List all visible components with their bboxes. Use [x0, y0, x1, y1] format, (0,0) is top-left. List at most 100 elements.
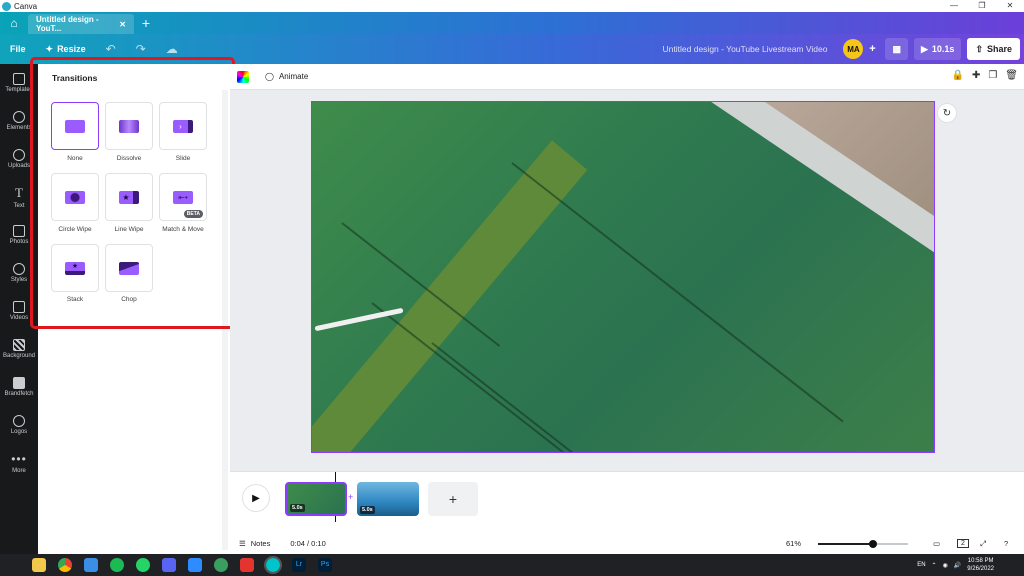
logos-icon [13, 415, 25, 427]
add-page-icon[interactable]: ✚ [972, 70, 980, 81]
transition-none[interactable] [51, 102, 99, 150]
bar-chart-icon: ▩ [892, 43, 901, 54]
sidebar-item-more[interactable]: ••• More [0, 444, 38, 482]
sidebar-item-photos[interactable]: Photos [0, 216, 38, 254]
file-explorer-icon[interactable] [32, 558, 46, 572]
transition-label: Slide [175, 155, 191, 162]
timeline: ▶ 5.0s + 5.0s + [230, 471, 1024, 533]
system-clock[interactable]: 10:58 PM 9/26/2022 [967, 557, 994, 573]
cloud-save-icon[interactable]: ☁ [156, 42, 188, 56]
delete-icon[interactable]: 🗑 [1005, 70, 1018, 81]
play-icon: ▶ [252, 492, 260, 504]
file-menu[interactable]: File [0, 44, 36, 54]
insights-button[interactable]: ▩ [885, 38, 908, 60]
volume-icon[interactable]: 🔊 [954, 562, 961, 569]
lightroom-icon[interactable]: Lr [292, 558, 306, 572]
clip-duration: 5.0s [360, 506, 375, 514]
home-icon[interactable]: ⌂ [0, 12, 28, 34]
transition-label: Stack [66, 296, 84, 303]
refresh-icon[interactable]: ↻ [937, 103, 957, 123]
photo-icon [13, 225, 25, 237]
minimize-icon[interactable]: — [940, 0, 968, 12]
timeline-clip[interactable]: 5.0s [285, 482, 347, 516]
maximize-icon[interactable]: ❐ [968, 0, 996, 12]
canva-taskbar-icon[interactable] [264, 556, 282, 574]
page-actions: 🔒 ✚ ❐ 🗑 [951, 70, 1018, 81]
avatar[interactable]: MA [843, 39, 864, 59]
zoom-slider-knob[interactable] [868, 540, 877, 548]
sidebar-item-templates[interactable]: Templates [0, 64, 38, 102]
photoshop-icon[interactable]: Ps [318, 558, 332, 572]
transition-chop[interactable] [105, 244, 153, 292]
sidebar-item-label: Elements [6, 125, 32, 131]
design-frame[interactable] [311, 101, 935, 453]
chrome-icon[interactable] [58, 558, 72, 572]
more-icon: ••• [11, 452, 27, 466]
fullscreen-icon[interactable]: ⤢ [980, 539, 986, 549]
transition-stack[interactable]: ★ [51, 244, 99, 292]
duration-label: 10.1s [931, 44, 955, 54]
system-tray: EN ⌃ ◉ 🔊 10:58 PM 9/26/2022 [917, 554, 994, 576]
chevron-up-icon[interactable]: ⌃ [932, 562, 937, 569]
timeline-clip[interactable]: 5.0s [357, 482, 419, 516]
sidebar-item-label: Styles [10, 277, 28, 283]
filezilla-icon[interactable] [240, 558, 254, 572]
sidebar-item-text[interactable]: T Text [0, 178, 38, 216]
transitions-panel: Transitions None Dissolve › Slide Circle… [38, 64, 230, 554]
sidebar-item-brandfetch[interactable]: Brandfetch [0, 368, 38, 406]
add-transition-icon[interactable]: + [348, 492, 353, 502]
present-button[interactable]: ▶ 10.1s [913, 38, 962, 60]
whatsapp-icon[interactable] [136, 558, 150, 572]
zoom-slider-fill [818, 543, 873, 545]
circle-wipe-transition-icon [65, 190, 85, 204]
page-count[interactable]: 2 [957, 539, 969, 548]
zoom-level[interactable]: 61% [786, 539, 801, 548]
help-icon[interactable]: ? [1004, 539, 1008, 548]
elements-icon [13, 111, 25, 123]
sidebar-item-videos[interactable]: Videos [0, 292, 38, 330]
transition-dissolve[interactable] [105, 102, 153, 150]
sidebar-item-logos[interactable]: Logos [0, 406, 38, 444]
panel-scrollbar[interactable] [222, 90, 228, 550]
sidebar-item-styles[interactable]: Styles [0, 254, 38, 292]
close-window-icon[interactable]: ✕ [996, 0, 1024, 12]
document-title[interactable]: Untitled design - YouTube Livestream Vid… [663, 44, 828, 54]
sidebar-item-background[interactable]: Background [0, 330, 38, 368]
notes-button[interactable]: Notes [251, 539, 271, 548]
transition-circle-wipe[interactable] [51, 173, 99, 221]
animate-button[interactable]: ◯ Animate [265, 72, 308, 81]
play-button[interactable]: ▶ [242, 484, 270, 512]
lock-icon[interactable]: 🔒 [951, 70, 963, 81]
new-tab-icon[interactable]: + [134, 12, 158, 34]
discord-icon[interactable] [162, 558, 176, 572]
redo-icon[interactable]: ↷ [126, 42, 156, 56]
undo-icon[interactable]: ↶ [96, 42, 126, 56]
transition-match-move[interactable]: ⇤• BETA [159, 173, 207, 221]
zoom-app-icon[interactable] [188, 558, 202, 572]
spotify-icon[interactable] [110, 558, 124, 572]
tab-design[interactable]: Untitled design - YouT... ✕ [28, 14, 134, 34]
duplicate-icon[interactable]: ❐ [988, 70, 997, 81]
sidebar-item-uploads[interactable]: Uploads [0, 140, 38, 178]
language-indicator[interactable]: EN [917, 562, 925, 568]
color-picker-icon[interactable] [237, 70, 249, 83]
transition-line-wipe[interactable]: ★ [105, 173, 153, 221]
share-button[interactable]: ⇧ Share [967, 38, 1020, 60]
transition-slide[interactable]: › [159, 102, 207, 150]
resize-button[interactable]: ✦ Resize [36, 44, 96, 55]
add-page-button[interactable]: + [428, 482, 478, 516]
zoom-slider[interactable] [818, 540, 908, 548]
notes-toggle-icon[interactable]: ▭ [933, 539, 940, 548]
outlook-icon[interactable] [84, 558, 98, 572]
invite-plus-icon[interactable]: + [865, 42, 879, 56]
window-titlebar: Canva — ❐ ✕ [0, 0, 1024, 12]
share-label: Share [986, 44, 1012, 54]
network-icon[interactable]: ◉ [943, 562, 948, 569]
line-wipe-transition-icon: ★ [119, 190, 139, 204]
close-tab-icon[interactable]: ✕ [119, 20, 126, 29]
chop-transition-icon [119, 261, 139, 275]
editor-toolbar: File ✦ Resize ↶ ↷ ☁ Untitled design - You… [0, 34, 1024, 64]
xbox-icon[interactable] [214, 558, 228, 572]
sidebar-item-label: Text [13, 203, 25, 209]
sidebar-item-elements[interactable]: Elements [0, 102, 38, 140]
